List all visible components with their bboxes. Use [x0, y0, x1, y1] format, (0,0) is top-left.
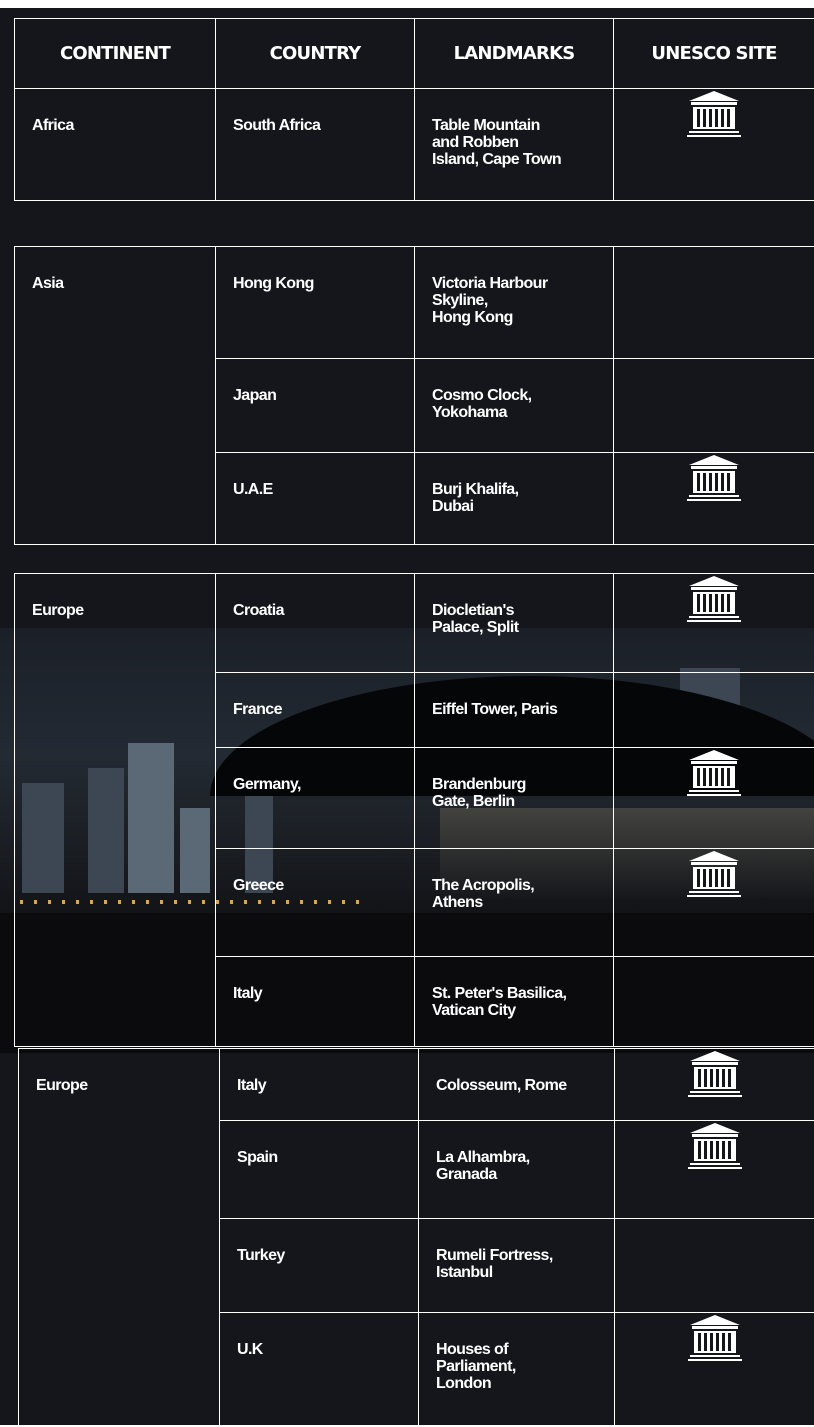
continent-cell: Africa	[15, 89, 216, 201]
unesco-cell	[614, 453, 814, 545]
continent-cell: Europe	[15, 574, 216, 1047]
table-row: Europe Croatia Diocletian'sPalace, Split	[15, 574, 814, 673]
unesco-cell	[615, 1121, 814, 1219]
header-unesco-site: UNESCO SITE	[614, 19, 814, 89]
landmark-cell: Colosseum, Rome	[419, 1049, 615, 1121]
unesco-temple-icon	[685, 574, 743, 626]
unesco-cell	[614, 89, 814, 201]
country-cell: Croatia	[216, 574, 415, 673]
header-landmarks: LANDMARKS	[415, 19, 614, 89]
landmark-cell: The Acropolis,Athens	[415, 849, 614, 957]
landmark-cell: Table Mountainand RobbenIsland, Cape Tow…	[415, 89, 614, 201]
landmark-cell: Cosmo Clock,Yokohama	[415, 359, 614, 453]
continent-cell: Asia	[15, 247, 216, 545]
unesco-cell	[614, 673, 814, 748]
country-cell: Germany,	[216, 748, 415, 849]
country-cell: Greece	[216, 849, 415, 957]
table-europe-1: Europe Croatia Diocletian'sPalace, Split…	[14, 573, 814, 1047]
unesco-temple-icon	[685, 453, 743, 505]
country-cell: U.K	[220, 1313, 419, 1427]
landmarks-poster: CONTINENT COUNTRY LANDMARKS UNESCO SITE …	[0, 8, 814, 1425]
country-cell: Hong Kong	[216, 247, 415, 359]
country-cell: Spain	[220, 1121, 419, 1219]
unesco-cell	[614, 247, 814, 359]
country-cell: Turkey	[220, 1219, 419, 1313]
unesco-cell	[614, 849, 814, 957]
table-africa: CONTINENT COUNTRY LANDMARKS UNESCO SITE …	[14, 18, 814, 201]
country-cell: Italy	[220, 1049, 419, 1121]
table-row: Asia Hong Kong Victoria HarbourSkyline,H…	[15, 247, 814, 359]
landmark-cell: St. Peter's Basilica,Vatican City	[415, 957, 614, 1047]
unesco-cell	[614, 957, 814, 1047]
unesco-cell	[614, 748, 814, 849]
country-cell: South Africa	[216, 89, 415, 201]
header-row: CONTINENT COUNTRY LANDMARKS UNESCO SITE	[15, 19, 814, 89]
unesco-temple-icon	[686, 1121, 744, 1173]
table-europe-2: Europe Italy Colosseum, Rome Spain La Al…	[18, 1048, 814, 1427]
header-country: COUNTRY	[216, 19, 415, 89]
unesco-temple-icon	[685, 849, 743, 901]
unesco-cell	[615, 1219, 814, 1313]
landmark-cell: Victoria HarbourSkyline,Hong Kong	[415, 247, 614, 359]
unesco-temple-icon	[686, 1049, 744, 1101]
header-continent: CONTINENT	[15, 19, 216, 89]
unesco-temple-icon	[685, 89, 743, 141]
unesco-cell	[614, 574, 814, 673]
landmark-cell: Diocletian'sPalace, Split	[415, 574, 614, 673]
country-cell: Japan	[216, 359, 415, 453]
continent-cell: Europe	[19, 1049, 220, 1427]
landmark-cell: Burj Khalifa,Dubai	[415, 453, 614, 545]
unesco-cell	[615, 1313, 814, 1427]
unesco-temple-icon	[685, 748, 743, 800]
table-asia: Asia Hong Kong Victoria HarbourSkyline,H…	[14, 246, 814, 545]
landmark-cell: Rumeli Fortress,Istanbul	[419, 1219, 615, 1313]
landmark-cell: Eiffel Tower, Paris	[415, 673, 614, 748]
country-cell: U.A.E	[216, 453, 415, 545]
unesco-temple-icon	[686, 1313, 744, 1365]
unesco-cell	[615, 1049, 814, 1121]
landmark-cell: La Alhambra,Granada	[419, 1121, 615, 1219]
country-cell: Italy	[216, 957, 415, 1047]
unesco-cell	[614, 359, 814, 453]
table-row: Europe Italy Colosseum, Rome	[19, 1049, 814, 1121]
landmark-cell: Houses ofParliament,London	[419, 1313, 615, 1427]
country-cell: France	[216, 673, 415, 748]
table-row: Africa South Africa Table Mountainand Ro…	[15, 89, 814, 201]
landmark-cell: BrandenburgGate, Berlin	[415, 748, 614, 849]
